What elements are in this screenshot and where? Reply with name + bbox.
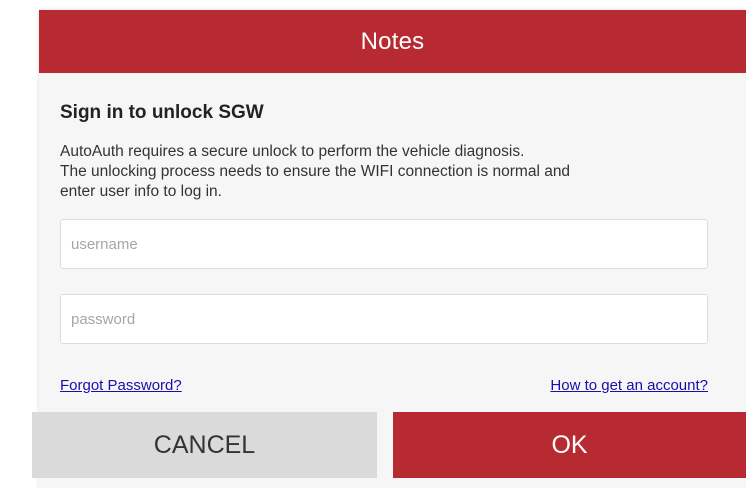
dialog-header: Notes [39, 10, 746, 73]
forgot-password-link[interactable]: Forgot Password? [60, 377, 182, 394]
cancel-button[interactable]: CANCEL [32, 412, 377, 478]
get-account-link[interactable]: How to get an account? [550, 377, 708, 394]
dialog-title: Notes [360, 27, 425, 55]
username-input[interactable] [60, 219, 708, 269]
description-line-1: AutoAuth requires a secure unlock to per… [60, 143, 525, 160]
sign-in-description: AutoAuth requires a secure unlock to per… [60, 142, 720, 202]
description-line-3: enter user info to log in. [60, 183, 222, 200]
password-input[interactable] [60, 294, 708, 344]
ok-button[interactable]: OK [393, 412, 746, 478]
sign-in-dialog: Notes Sign in to unlock SGW AutoAuth req… [32, 10, 746, 488]
description-line-2: The unlocking process needs to ensure th… [60, 163, 571, 180]
sign-in-heading: Sign in to unlock SGW [60, 102, 264, 123]
